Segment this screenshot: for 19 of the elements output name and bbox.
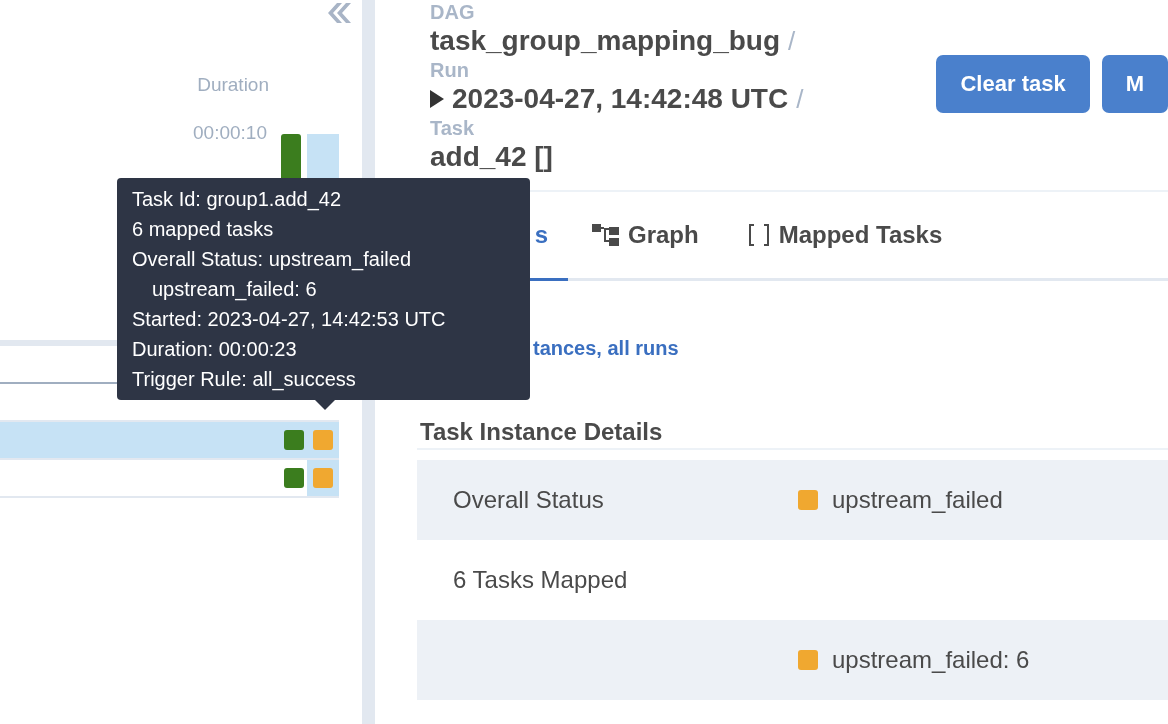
breadcrumb-label: Run bbox=[430, 58, 469, 82]
detail-value: upstream_failed: 6 bbox=[832, 646, 1030, 674]
breadcrumb-label: Task bbox=[430, 116, 475, 140]
breadcrumb-label: DAG bbox=[430, 0, 475, 24]
tooltip-line: Overall Status: upstream_failed bbox=[132, 247, 413, 273]
breadcrumb-separator: / bbox=[796, 83, 804, 116]
duration-header: Duration bbox=[196, 74, 270, 96]
duration-tick: 00:00:10 bbox=[192, 122, 268, 144]
breadcrumb-separator: / bbox=[788, 25, 796, 58]
section-title: Task Instance Details bbox=[420, 418, 663, 446]
detail-label: Overall Status bbox=[453, 486, 604, 513]
tooltip-line: Task Id: group1.add_42 bbox=[132, 187, 343, 213]
tooltip-line: Trigger Rule: all_success bbox=[132, 367, 357, 393]
detail-label: 6 Tasks Mapped bbox=[453, 566, 628, 593]
detail-value: upstream_failed bbox=[832, 486, 1003, 514]
tooltip-line: Started: 2023-04-27, 14:42:53 UTC bbox=[132, 307, 447, 332]
tooltip-line: 6 mapped tasks bbox=[132, 217, 275, 242]
tooltip-line: upstream_failed: 6 bbox=[151, 277, 318, 303]
tooltip-line: Duration: 00:00:23 bbox=[132, 337, 298, 362]
